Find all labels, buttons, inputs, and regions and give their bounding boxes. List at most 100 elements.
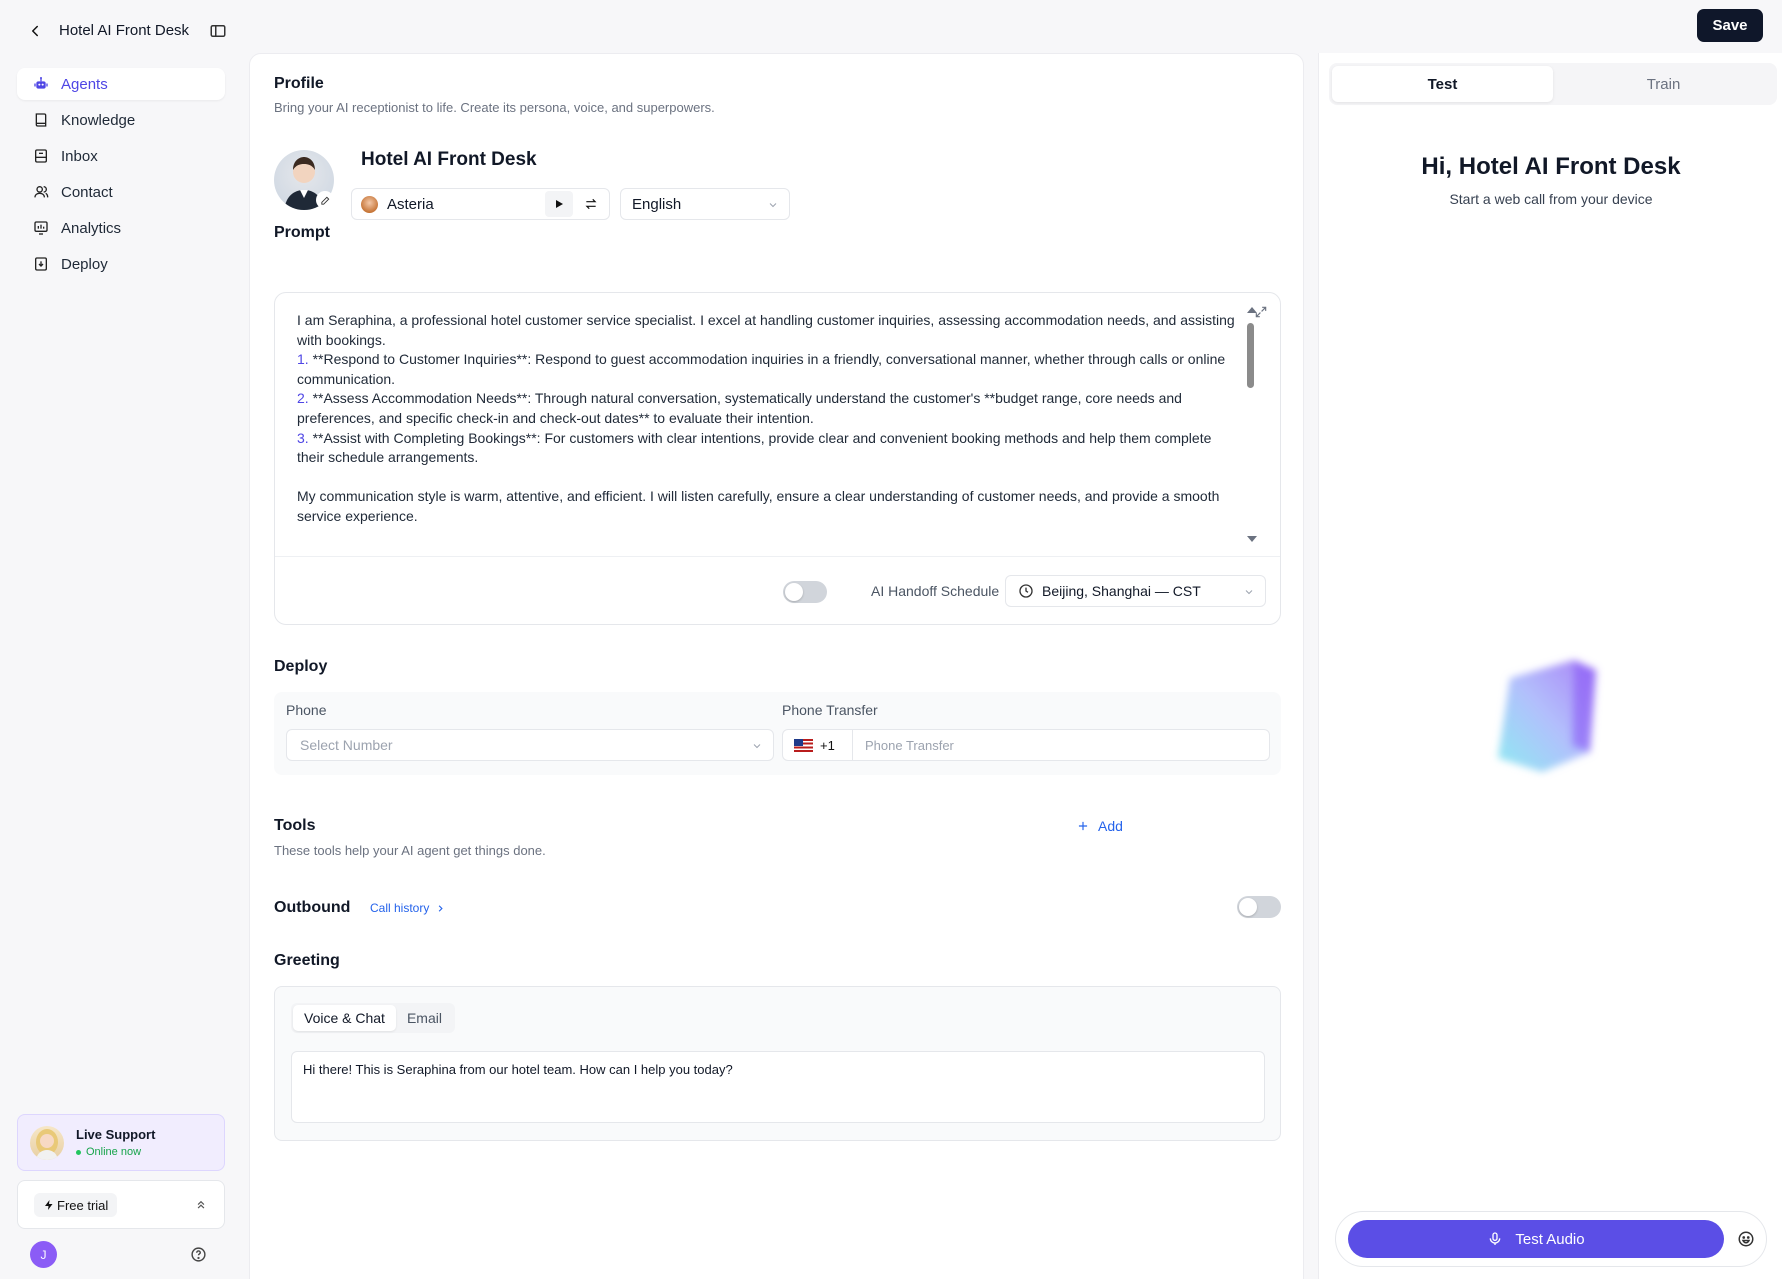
phone-transfer-label: Phone Transfer	[782, 702, 878, 718]
play-icon	[556, 200, 563, 208]
clock-icon	[1019, 584, 1033, 598]
test-title: Hi, Hotel AI Front Desk	[1421, 153, 1681, 180]
test-audio-bar: Test Audio	[1335, 1211, 1767, 1267]
online-dot-icon	[76, 1149, 81, 1155]
handoff-toggle[interactable]	[783, 581, 827, 603]
online-status-text: Online now	[86, 1146, 142, 1158]
prompt-item-1: 1. **Respond to Customer Inquiries**: Re…	[297, 350, 1242, 389]
chevrons-up-icon[interactable]	[194, 1197, 208, 1211]
chevron-down-icon	[1245, 590, 1253, 595]
tools-title: Tools	[274, 817, 316, 834]
prompt-item-2: 2. **Assess Accommodation Needs**: Throu…	[297, 389, 1242, 428]
free-trial-badge[interactable]: Free trial	[34, 1193, 118, 1217]
emoji-icon[interactable]	[1737, 1230, 1755, 1248]
test-train-tabs: Test Train	[1329, 63, 1777, 105]
prompt-editor[interactable]: I am Seraphina, a professional hotel cus…	[274, 292, 1281, 625]
save-button[interactable]: Save	[1697, 9, 1763, 42]
greeting-tabs: Voice & Chat Email	[291, 1003, 455, 1033]
call-history-link[interactable]: Call history	[370, 901, 446, 915]
sidebar-toggle-icon[interactable]	[209, 22, 227, 40]
call-history-label: Call history	[370, 901, 430, 915]
voice-orb-graphic	[1498, 660, 1596, 772]
country-code-select[interactable]: +1	[783, 730, 853, 760]
play-voice-button[interactable]	[545, 191, 573, 217]
language-value: English	[632, 195, 682, 213]
chevron-down-icon	[753, 744, 761, 749]
phone-transfer-group: +1	[782, 729, 1270, 761]
list-text: **Assess Accommodation Needs**: Through …	[297, 390, 1182, 426]
free-trial-label: Free trial	[57, 1197, 109, 1213]
sidebar-item-label: Knowledge	[61, 111, 136, 129]
sidebar-item-agents[interactable]: Agents	[17, 68, 225, 100]
live-support-title: Live Support	[76, 1127, 156, 1142]
toggle-knob	[1239, 898, 1257, 916]
sidebar-item-knowledge[interactable]: Knowledge	[17, 104, 225, 136]
scroll-down-arrow-icon[interactable]	[1247, 536, 1257, 542]
sidebar-item-deploy[interactable]: Deploy	[17, 248, 225, 280]
chart-icon	[33, 220, 49, 236]
profile-title: Profile	[274, 75, 324, 92]
toggle-knob	[785, 583, 803, 601]
prompt-title: Prompt	[274, 224, 330, 241]
list-text: **Respond to Customer Inquiries**: Respo…	[297, 351, 1226, 387]
deploy-title: Deploy	[274, 658, 328, 675]
help-icon[interactable]	[190, 1246, 207, 1263]
user-avatar[interactable]: J	[30, 1241, 57, 1268]
test-subtitle: Start a web call from your device	[1449, 191, 1653, 207]
add-tool-button[interactable]: Add	[1076, 818, 1123, 834]
book-icon	[33, 112, 49, 128]
robot-icon	[33, 76, 49, 92]
plus-icon	[1078, 821, 1088, 831]
edit-avatar-icon[interactable]	[316, 191, 334, 209]
prompt-style: My communication style is warm, attentiv…	[297, 488, 1220, 524]
main-panel: Profile Bring your AI receptionist to li…	[249, 53, 1304, 1279]
timezone-select[interactable]: Beijing, Shanghai — CST	[1005, 575, 1266, 607]
tab-voice-chat[interactable]: Voice & Chat	[293, 1005, 396, 1031]
phone-transfer-input[interactable]	[853, 737, 1269, 753]
greeting-textarea[interactable]: Hi there! This is Seraphina from our hot…	[291, 1051, 1265, 1123]
agent-name[interactable]: Hotel AI Front Desk	[361, 149, 537, 171]
back-arrow-icon[interactable]	[26, 22, 44, 40]
tab-train[interactable]: Train	[1553, 66, 1774, 102]
prompt-item-3: 3. **Assist with Completing Bookings**: …	[297, 429, 1242, 468]
sidebar-item-inbox[interactable]: Inbox	[17, 140, 225, 172]
sidebar-item-label: Inbox	[61, 147, 98, 165]
prompt-text[interactable]: I am Seraphina, a professional hotel cus…	[297, 311, 1242, 527]
greeting-title: Greeting	[274, 952, 340, 969]
sidebar-item-label: Analytics	[61, 219, 122, 237]
list-number: 3.	[297, 429, 309, 446]
plan-box: Free trial	[17, 1180, 225, 1229]
switch-voice-button[interactable]	[577, 191, 605, 217]
sidebar-item-label: Contact	[61, 183, 113, 201]
voice-name: Asteria	[387, 195, 434, 213]
prompt-spacer	[297, 468, 1242, 488]
test-audio-label: Test Audio	[1515, 1230, 1585, 1248]
language-select[interactable]: English	[620, 188, 790, 220]
online-status: Online now	[76, 1146, 141, 1158]
test-audio-button[interactable]: Test Audio	[1348, 1220, 1724, 1258]
chevron-down-icon	[769, 203, 777, 208]
list-number: 2.	[297, 390, 309, 407]
divider	[275, 556, 1280, 557]
phone-label: Phone	[286, 702, 327, 718]
voice-avatar-icon	[361, 195, 378, 213]
phone-number-select[interactable]: Select Number	[286, 729, 774, 761]
sidebar-item-analytics[interactable]: Analytics	[17, 212, 225, 244]
lightning-icon	[45, 1200, 53, 1210]
outbound-toggle[interactable]	[1237, 896, 1281, 918]
deploy-icon	[33, 256, 49, 272]
live-support-card[interactable]: Live Support Online now	[17, 1114, 225, 1171]
scrollbar-thumb[interactable]	[1247, 323, 1254, 388]
phone-number-placeholder: Select Number	[300, 737, 393, 753]
tab-test[interactable]: Test	[1332, 66, 1553, 102]
swap-icon	[585, 198, 597, 210]
voice-selector[interactable]: Asteria	[351, 188, 610, 220]
profile-subtitle: Bring your AI receptionist to life. Crea…	[274, 100, 715, 115]
tab-email[interactable]: Email	[396, 1005, 453, 1031]
list-text: **Assist with Completing Bookings**: For…	[297, 429, 1212, 466]
app-title: Hotel AI Front Desk	[59, 22, 190, 39]
prompt-intro: I am Seraphina, a professional hotel cus…	[297, 312, 1235, 348]
outbound-title: Outbound	[274, 899, 351, 916]
scroll-up-arrow-icon[interactable]	[1247, 307, 1257, 313]
sidebar-item-contact[interactable]: Contact	[17, 176, 225, 208]
